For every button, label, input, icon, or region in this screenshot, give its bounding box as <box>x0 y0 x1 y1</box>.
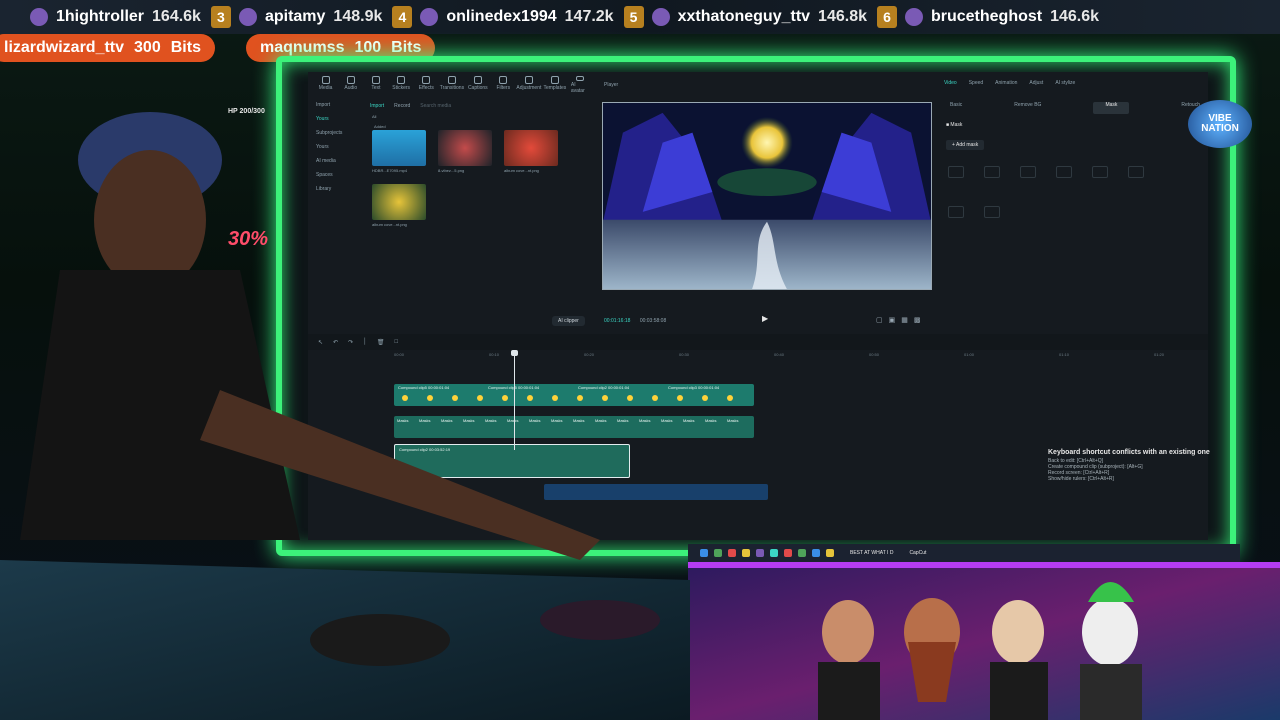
properties-tab[interactable]: Animation <box>995 80 1017 94</box>
mask-shape-option[interactable] <box>948 206 964 218</box>
avatar <box>420 8 439 26</box>
mask-clip-label: Masks <box>705 418 717 423</box>
leaderboard-name: 1hightroller <box>56 8 145 25</box>
start-icon[interactable] <box>700 549 708 557</box>
percent-readout: 30% <box>228 228 269 250</box>
properties-subtab[interactable]: Mask <box>1093 102 1130 114</box>
app-icon[interactable] <box>728 549 736 557</box>
mask-clip-label: Masks <box>727 418 739 423</box>
bits-unit: Bits <box>391 39 422 56</box>
bits-unit: Bits <box>170 39 201 56</box>
shortcut-conflict-notification: Keyboard shortcut conflicts with an exis… <box>1048 448 1238 532</box>
ruler-tick-label: 00:50 <box>869 352 880 357</box>
leaderboard-entry: 4 onlinedex1994 147.2k <box>392 6 614 28</box>
leaderboard-score: 164.6k <box>152 8 201 25</box>
bits-user: maqnumss <box>260 39 345 56</box>
mask-shape-option[interactable] <box>1056 166 1072 178</box>
leaderboard-name: onlinedex1994 <box>446 8 557 25</box>
properties-tab[interactable]: Speed <box>969 80 983 94</box>
app-icon[interactable] <box>770 549 778 557</box>
avatar <box>651 8 670 26</box>
properties-subtab[interactable]: Remove BG <box>1014 102 1041 114</box>
mask-shape-option[interactable] <box>984 206 1000 218</box>
taskbar-item[interactable]: CapCut <box>909 550 926 556</box>
mask-shape-option[interactable] <box>1020 166 1036 178</box>
leaderboard-entry: 6 brucetheghost 146.6k <box>876 6 1100 28</box>
app-icon[interactable] <box>742 549 750 557</box>
keyframe-marker[interactable] <box>702 395 708 401</box>
app-icon[interactable] <box>812 549 820 557</box>
app-icon[interactable] <box>826 549 834 557</box>
hp-readout: HP 200/300 <box>228 108 265 115</box>
webcam-feed <box>0 60 690 720</box>
app-icon[interactable] <box>784 549 792 557</box>
leaderboard-name: brucetheghost <box>930 8 1043 25</box>
ruler-tick-label: 01:10 <box>1059 352 1070 357</box>
ruler-tick-label: 00:40 <box>774 352 785 357</box>
mask-shape-option[interactable] <box>948 166 964 178</box>
leaderboard-rank: 4 <box>392 6 413 28</box>
vibe-nation-logo: VIBE NATION <box>1188 100 1252 148</box>
leaderboard-rank: 6 <box>876 6 897 28</box>
leaderboard-name: xxthatoneguy_ttv <box>677 8 811 25</box>
leaderboard-rank: 3 <box>210 6 231 28</box>
leaderboard-bar: 1hightroller 164.6k 3 apitamy 148.9k 4 onlined… <box>0 0 1280 34</box>
avatar <box>238 8 257 26</box>
notification-title: Keyboard shortcut conflicts with an exis… <box>1048 449 1210 456</box>
avatar <box>904 8 923 26</box>
mask-section-label: ■ Mask <box>946 122 963 128</box>
app-icon[interactable] <box>798 549 806 557</box>
properties-tab[interactable]: Adjust <box>1029 80 1043 94</box>
leaderboard-entry: 3 apitamy 148.9k <box>210 6 383 28</box>
app-icon[interactable] <box>756 549 764 557</box>
leaderboard-rank: 5 <box>623 6 644 28</box>
taskbar-item[interactable]: BEST AT WHAT I D <box>850 550 893 556</box>
bits-alert-1: lizardwizard_ttv 300 Bits <box>0 34 215 62</box>
leaderboard-name: apitamy <box>264 8 326 25</box>
streamer-silhouette <box>0 112 690 720</box>
leaderboard-score: 147.2k <box>564 8 614 25</box>
keyframe-marker[interactable] <box>727 395 733 401</box>
avatar-banner <box>688 562 1280 720</box>
bits-amount: 300 <box>134 39 161 56</box>
avatar <box>30 8 48 26</box>
play-icon[interactable]: ▶ <box>762 314 768 323</box>
leaderboard-score: 146.8k <box>818 8 867 25</box>
properties-tabs: Video Speed Animation Adjust AI stylize <box>944 80 1206 94</box>
windows-taskbar: BEST AT WHAT I D CapCut <box>688 544 1240 562</box>
properties-subtabs: Basic Remove BG Mask Retouch <box>944 102 1206 114</box>
mask-shape-option[interactable] <box>1128 166 1144 178</box>
mask-shape-option[interactable] <box>1092 166 1108 178</box>
avatar-banner-art <box>688 562 1280 720</box>
bits-amount: 100 <box>354 39 382 56</box>
properties-tab[interactable]: Video <box>944 80 957 94</box>
player-controls[interactable]: ▢▣▦▩ <box>876 316 926 324</box>
bits-user: lizardwizard_ttv <box>4 39 125 56</box>
app-icon[interactable] <box>714 549 722 557</box>
leaderboard-score: 148.9k <box>333 8 383 25</box>
ruler-tick-label: 01:00 <box>964 352 975 357</box>
mask-shape-option[interactable] <box>984 166 1000 178</box>
properties-subtab[interactable]: Basic <box>950 102 962 114</box>
logo-text: VIBE NATION <box>1201 113 1239 134</box>
properties-tab[interactable]: AI stylize <box>1055 80 1075 94</box>
leaderboard-entry: 5 xxthatoneguy_ttv 146.8k <box>623 6 867 28</box>
leaderboard-score: 146.6k <box>1050 8 1100 25</box>
add-mask-button[interactable]: + Add mask <box>946 140 985 150</box>
leaderboard-entry: 1hightroller 164.6k <box>30 8 201 26</box>
notification-line: Show/hide rulers: [Ctrl+Alt+R] <box>1048 476 1114 482</box>
ruler-tick-label: 01:20 <box>1154 352 1165 357</box>
stream-overlay: 1hightroller 164.6k 3 apitamy 148.9k 4 onlined… <box>0 0 1280 720</box>
